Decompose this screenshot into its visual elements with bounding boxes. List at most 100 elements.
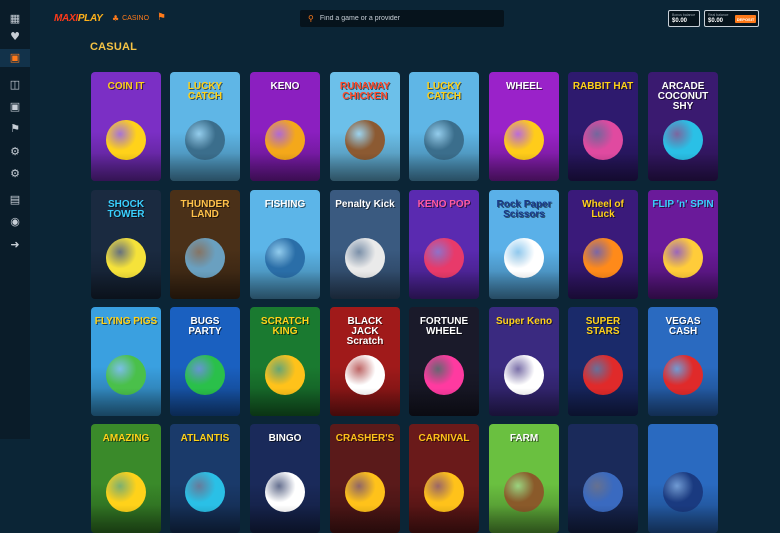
game-title: LUCKY CATCH <box>426 81 462 102</box>
game-title: BUGS PARTY <box>188 316 222 337</box>
game-tile[interactable]: FLYING PIGS <box>91 307 161 416</box>
search-bar[interactable]: ⚲ <box>300 10 504 27</box>
game-artwork-base <box>250 505 320 533</box>
real-balance-value: $0.00 <box>708 18 724 24</box>
game-title: BINGO <box>268 433 302 444</box>
game-tile[interactable]: COIN IT <box>91 72 161 181</box>
game-artwork-base <box>489 271 559 299</box>
game-title: FLIP 'n' SPIN <box>652 199 714 210</box>
game-artwork-base <box>648 388 718 416</box>
game-tile[interactable]: BUGS PARTY <box>170 307 240 416</box>
game-artwork-base <box>330 153 400 181</box>
game-artwork-base <box>489 505 559 533</box>
section-title: CASUAL <box>90 41 138 53</box>
game-tile[interactable] <box>568 424 638 533</box>
casino-icon: ♣ <box>112 14 120 23</box>
grid-icon[interactable]: ▦ <box>8 12 22 26</box>
logout-icon[interactable]: ➜ <box>8 238 22 252</box>
game-tile[interactable]: KENO POP <box>409 190 479 299</box>
game-tile[interactable] <box>648 424 718 533</box>
bonus-balance-label: Bonus balance <box>672 13 696 17</box>
game-artwork-base <box>250 271 320 299</box>
game-tile[interactable]: VEGAS CASH <box>648 307 718 416</box>
chat-icon[interactable]: ◉ <box>8 215 22 229</box>
game-artwork-base <box>170 388 240 416</box>
game-title: RABBIT HAT <box>572 81 634 92</box>
game-title: ATLANTIS <box>180 433 230 444</box>
game-tile[interactable]: LUCKY CATCH <box>170 72 240 181</box>
game-tile[interactable]: BLACK JACK Scratch <box>330 307 400 416</box>
game-artwork-base <box>170 271 240 299</box>
game-tile[interactable]: RABBIT HAT <box>568 72 638 181</box>
deposit-button[interactable]: DEPOSIT <box>735 15 756 23</box>
bonus-balance-box: Bonus balance $0.00 <box>668 10 700 27</box>
game-artwork-base <box>648 505 718 533</box>
game-tile[interactable]: ARCADE COCONUT SHY <box>648 72 718 181</box>
game-tile[interactable]: Rock Paper Scissors <box>489 190 559 299</box>
game-artwork-base <box>648 153 718 181</box>
logo-text-maxi: MAXI <box>54 13 78 24</box>
game-title: AMAZING <box>102 433 150 444</box>
game-tile[interactable]: SUPER STARS <box>568 307 638 416</box>
game-title: SCRATCH KING <box>260 316 310 337</box>
nav-casino-link[interactable]: ♣ CASINO <box>112 14 149 23</box>
casino-chip-icon[interactable]: ▣ <box>8 51 22 65</box>
dashboard-icon[interactable]: ▤ <box>8 193 22 207</box>
game-tile[interactable]: Super Keno <box>489 307 559 416</box>
game-tile[interactable]: KENO <box>250 72 320 181</box>
game-artwork-base <box>409 153 479 181</box>
nav-casino-label: CASINO <box>122 15 150 22</box>
game-title: FISHING <box>264 199 306 210</box>
game-artwork-base <box>250 153 320 181</box>
game-tile[interactable]: FISHING <box>250 190 320 299</box>
game-artwork-base <box>409 388 479 416</box>
bonus-balance-value: $0.00 <box>672 18 688 24</box>
logo-text-play: PLAY <box>77 13 103 24</box>
game-artwork-base <box>91 153 161 181</box>
game-tile[interactable]: AMAZING <box>91 424 161 533</box>
game-title: ARCADE COCONUT SHY <box>657 81 709 112</box>
game-tile[interactable]: THUNDER LAND <box>170 190 240 299</box>
trophy-icon[interactable]: ⚑ <box>8 122 22 136</box>
game-title: Wheel of Luck <box>582 199 624 220</box>
game-title: WHEEL <box>505 81 543 92</box>
game-artwork-base <box>330 505 400 533</box>
game-title: Super Keno <box>495 316 553 327</box>
gift-icon[interactable]: ▣ <box>8 100 22 114</box>
game-title: KENO POP <box>417 199 471 210</box>
game-tile[interactable]: FARM <box>489 424 559 533</box>
game-title: FARM <box>509 433 539 444</box>
game-tile[interactable]: WHEEL <box>489 72 559 181</box>
trophy-icon[interactable]: ⚑ <box>157 12 166 23</box>
game-tile[interactable]: CARNIVAL <box>409 424 479 533</box>
settings-icon[interactable]: ⚙ <box>8 145 22 159</box>
game-tile[interactable]: SHOCK TOWER <box>91 190 161 299</box>
game-artwork-base <box>330 271 400 299</box>
game-title: FLYING PIGS <box>94 316 158 327</box>
game-title: KENO <box>270 81 300 92</box>
search-icon: ⚲ <box>308 14 314 23</box>
game-tile[interactable]: LUCKY CATCH <box>409 72 479 181</box>
game-tile[interactable]: CRASHER'S <box>330 424 400 533</box>
game-tile[interactable]: BINGO <box>250 424 320 533</box>
maxiplay-logo[interactable]: MAXIPLAY <box>54 13 103 24</box>
game-tile[interactable]: ATLANTIS <box>170 424 240 533</box>
game-title: BLACK JACK Scratch <box>346 316 384 347</box>
game-tile[interactable]: RUNAWAY CHICKEN <box>330 72 400 181</box>
game-tile[interactable]: Wheel of Luck <box>568 190 638 299</box>
cards-icon[interactable]: ◫ <box>8 78 22 92</box>
game-artwork-base <box>250 388 320 416</box>
game-tile[interactable]: Penalty Kick <box>330 190 400 299</box>
game-artwork-base <box>489 153 559 181</box>
game-artwork-base <box>91 388 161 416</box>
settings-icon-2[interactable]: ⚙ <box>8 167 22 181</box>
game-artwork-base <box>330 388 400 416</box>
real-balance-label: Real balance <box>708 13 729 17</box>
game-tile[interactable]: SCRATCH KING <box>250 307 320 416</box>
top-header: MAXIPLAY ♣ CASINO ⚑ ⚲ Bonus balance $0.0… <box>30 0 780 36</box>
real-balance-box: Real balance $0.00 DEPOSIT <box>704 10 759 27</box>
game-tile[interactable]: FORTUNE WHEEL <box>409 307 479 416</box>
game-tile[interactable]: FLIP 'n' SPIN <box>648 190 718 299</box>
search-input[interactable] <box>319 15 490 22</box>
heart-icon[interactable]: ♥ <box>8 30 22 44</box>
